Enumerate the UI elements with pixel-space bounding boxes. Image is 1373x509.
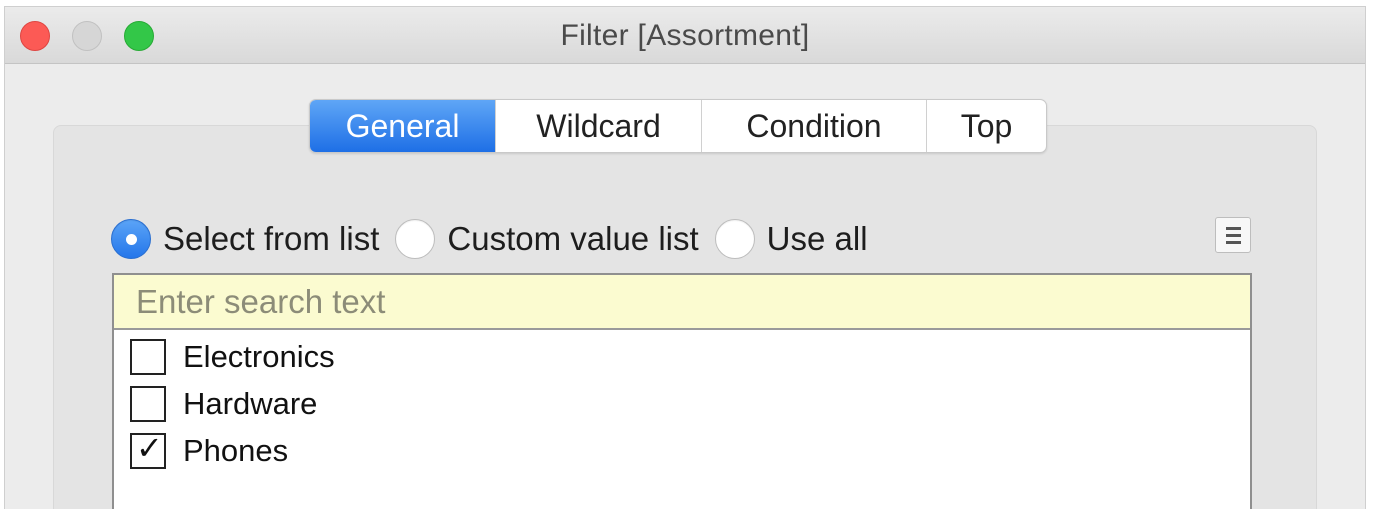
list-item-label: Electronics bbox=[183, 339, 335, 374]
tab-wildcard[interactable]: Wildcard bbox=[495, 100, 701, 152]
tab-top[interactable]: Top bbox=[926, 100, 1046, 152]
window-title: Filter [Assortment] bbox=[560, 19, 810, 52]
select-from-list-label[interactable]: Select from list bbox=[163, 220, 379, 258]
use-all-label[interactable]: Use all bbox=[767, 220, 868, 258]
list-item-label: Phones bbox=[183, 433, 289, 468]
title-bar[interactable]: Filter [Assortment] bbox=[5, 7, 1365, 64]
list-item-label: Hardware bbox=[183, 386, 318, 421]
hamburger-menu-icon-line bbox=[1226, 241, 1241, 244]
select-from-list-radio[interactable] bbox=[111, 219, 151, 259]
use-all-radio[interactable] bbox=[714, 219, 755, 259]
tab-condition[interactable]: Condition bbox=[701, 100, 926, 152]
list-item-electronics[interactable]: Electronics bbox=[130, 337, 335, 377]
list-options-menu-button[interactable] bbox=[1215, 217, 1251, 253]
selection-mode-group: Select from list Custom value list Use a… bbox=[111, 217, 884, 261]
custom-value-list-radio[interactable] bbox=[395, 219, 436, 259]
phones-checkbox[interactable]: ✓ bbox=[130, 429, 166, 469]
filter-dialog: Filter [Assortment] General Wildcard Con… bbox=[4, 6, 1366, 509]
search-input[interactable] bbox=[114, 275, 1250, 330]
hamburger-menu-icon-line bbox=[1226, 234, 1241, 237]
filter-tabs: General Wildcard Condition Top bbox=[309, 99, 1047, 153]
list-item-hardware[interactable]: Hardware bbox=[130, 384, 317, 424]
values-list: Electronics Hardware ✓ Phones bbox=[112, 273, 1252, 509]
checkmark-icon: ✓ bbox=[136, 429, 163, 467]
list-item-phones[interactable]: ✓ Phones bbox=[130, 429, 289, 471]
hamburger-menu-icon bbox=[1226, 227, 1241, 230]
hardware-checkbox[interactable] bbox=[130, 386, 166, 422]
custom-value-list-label[interactable]: Custom value list bbox=[447, 220, 698, 258]
tab-general[interactable]: General bbox=[310, 100, 495, 152]
electronics-checkbox[interactable] bbox=[130, 339, 166, 375]
